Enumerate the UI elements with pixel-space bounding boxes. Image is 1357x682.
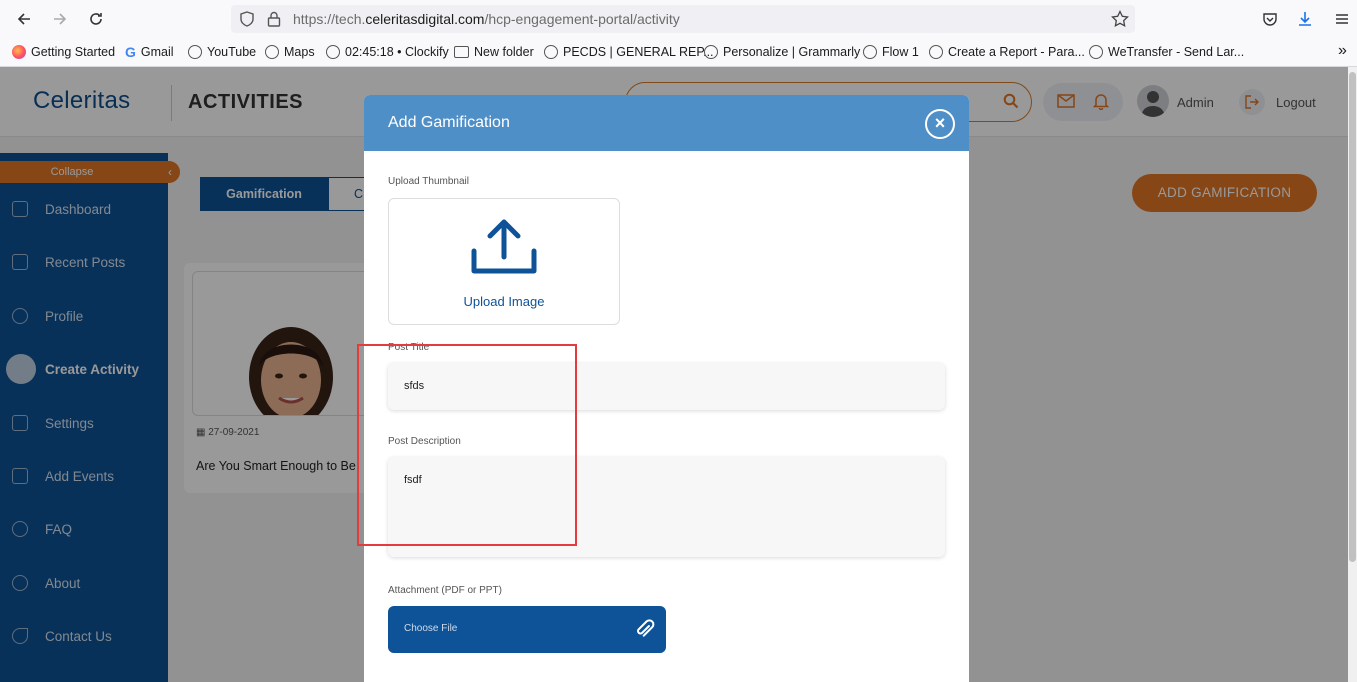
bookmark-youtube[interactable]: YouTube bbox=[188, 45, 256, 59]
bookmark-maps[interactable]: Maps bbox=[265, 45, 315, 59]
bookmark-grammarly[interactable]: Personalize | Grammarly bbox=[704, 45, 860, 59]
google-icon: G bbox=[125, 44, 136, 60]
page: Celeritas ACTIVITIES Admin Logout Collap… bbox=[0, 67, 1348, 682]
globe-icon bbox=[929, 45, 943, 59]
star-icon[interactable] bbox=[1111, 10, 1129, 28]
bookmark-gmail[interactable]: G Gmail bbox=[125, 45, 174, 59]
scrollbar[interactable] bbox=[1348, 67, 1357, 682]
bookmark-create-report[interactable]: Create a Report - Para... bbox=[929, 45, 1085, 59]
bookmarks-overflow-icon[interactable]: » bbox=[1338, 42, 1347, 60]
download-icon[interactable] bbox=[1295, 9, 1315, 29]
globe-icon bbox=[704, 45, 718, 59]
bookmark-getting-started[interactable]: Getting Started bbox=[12, 45, 115, 59]
reload-icon[interactable] bbox=[86, 9, 106, 29]
url-text[interactable]: https://tech.celeritasdigital.com/hcp-en… bbox=[293, 11, 680, 27]
upload-image-label: Upload Image bbox=[463, 294, 545, 309]
upload-icon bbox=[471, 219, 537, 274]
forward-icon[interactable] bbox=[50, 9, 70, 29]
firefox-icon bbox=[12, 45, 26, 59]
back-icon[interactable] bbox=[14, 9, 34, 29]
modal-header: Add Gamification × bbox=[364, 95, 969, 151]
modal-title: Add Gamification bbox=[388, 114, 510, 131]
menu-icon[interactable] bbox=[1332, 9, 1352, 29]
bookmarks-bar: Getting Started G Gmail YouTube Maps 02:4… bbox=[0, 38, 1357, 67]
annotation-highlight-box bbox=[357, 344, 577, 546]
url-bar[interactable]: https://tech.celeritasdigital.com/hcp-en… bbox=[231, 5, 1135, 33]
bookmark-pecds[interactable]: PECDS | GENERAL REP... bbox=[544, 45, 714, 59]
upload-image-dropzone[interactable]: Upload Image bbox=[388, 198, 620, 325]
bookmark-wetransfer[interactable]: WeTransfer - Send Lar... bbox=[1089, 45, 1244, 59]
attachment-label: Attachment (PDF or PPT) bbox=[388, 585, 502, 596]
shield-icon[interactable] bbox=[239, 11, 255, 27]
globe-icon bbox=[265, 45, 279, 59]
scrollbar-thumb[interactable] bbox=[1349, 72, 1356, 562]
globe-icon bbox=[326, 45, 340, 59]
pocket-icon[interactable] bbox=[1260, 9, 1280, 29]
paperclip-icon bbox=[637, 619, 655, 637]
bookmark-clockify[interactable]: 02:45:18 • Clockify bbox=[326, 45, 449, 59]
globe-icon bbox=[863, 45, 877, 59]
globe-icon bbox=[544, 45, 558, 59]
choose-file-label: Choose File bbox=[404, 623, 458, 634]
globe-icon bbox=[188, 45, 202, 59]
browser-toolbar: https://tech.celeritasdigital.com/hcp-en… bbox=[0, 0, 1357, 38]
folder-icon bbox=[454, 46, 469, 58]
globe-icon bbox=[1089, 45, 1103, 59]
close-icon[interactable]: × bbox=[925, 109, 955, 139]
bookmark-new-folder[interactable]: New folder bbox=[454, 45, 534, 59]
lock-icon[interactable] bbox=[267, 11, 281, 27]
choose-file-button[interactable]: Choose File bbox=[388, 606, 666, 653]
bookmark-flow[interactable]: Flow 1 bbox=[863, 45, 919, 59]
upload-thumbnail-label: Upload Thumbnail bbox=[388, 176, 469, 187]
